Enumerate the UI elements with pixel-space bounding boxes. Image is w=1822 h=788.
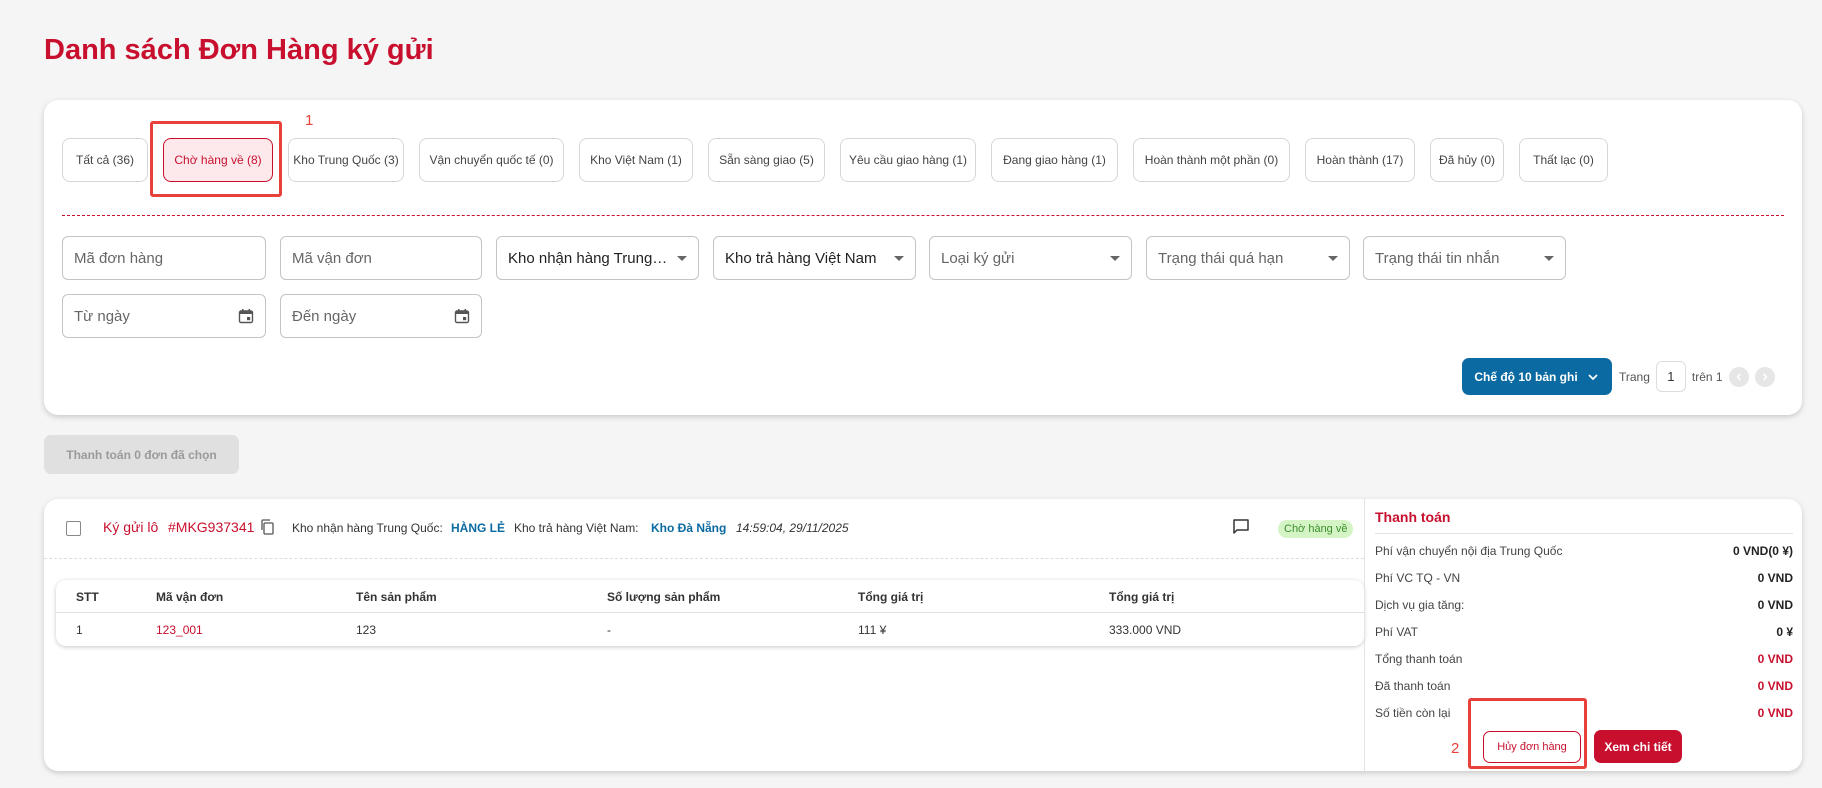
cn-warehouse-value: Kho nhận hàng Trung Quốc xyxy=(508,249,671,267)
tab-all[interactable]: Tất cả (36) xyxy=(62,138,148,182)
fee-vat: Phí VAT 0 ¥ xyxy=(1375,625,1793,639)
page-total-label: trên 1 xyxy=(1691,369,1723,384)
tab-partially-completed[interactable]: Hoàn thành một phần (0) xyxy=(1133,138,1290,182)
waybill-input[interactable]: Mã vận đơn xyxy=(280,236,482,280)
records-mode-button[interactable]: Chế độ 10 bản ghi xyxy=(1462,358,1612,395)
page-label: Trang xyxy=(1619,369,1650,384)
cell-total-value-vnd: 333.000 VND xyxy=(1109,622,1182,637)
cell-waybill-link[interactable]: 123_001 xyxy=(156,613,203,646)
table-row: 1 123_001 123 - 111 ¥ 333.000 VND xyxy=(56,613,1364,646)
consign-type-value: Loại ký gửi xyxy=(941,249,1015,267)
status-badge: Chờ hàng về xyxy=(1278,520,1354,538)
col-header-stt: STT xyxy=(76,589,99,604)
from-date-placeholder: Từ ngày xyxy=(74,307,130,325)
col-header-waybill: Mã vận đơn xyxy=(156,589,224,604)
message-status-value: Trạng thái tin nhắn xyxy=(1375,249,1500,267)
tab-cancelled[interactable]: Đã hủy (0) xyxy=(1430,138,1504,182)
page-number-input[interactable]: 1 xyxy=(1655,361,1686,392)
calendar-icon[interactable] xyxy=(454,308,470,324)
highlight-box-2 xyxy=(1468,698,1587,769)
records-mode-label: Chế độ 10 bản ghi xyxy=(1474,369,1578,384)
tab-vietnam-warehouse[interactable]: Kho Việt Nam (1) xyxy=(579,138,693,182)
order-header: Ký gửi lô #MKG937341 Kho nhận hàng Trung… xyxy=(44,499,1364,559)
caret-down-icon xyxy=(894,255,904,261)
waybill-placeholder: Mã vận đơn xyxy=(292,249,372,267)
chevron-down-icon xyxy=(1588,373,1598,380)
order-code[interactable]: #MKG937341 xyxy=(168,519,254,535)
caret-down-icon xyxy=(1110,255,1120,261)
order-type-label: Ký gửi lô xyxy=(103,519,159,535)
cell-quantity: - xyxy=(607,622,611,637)
col-header-total-value: Tổng giá trị xyxy=(1109,589,1175,604)
highlight-marker-1: 1 xyxy=(305,112,314,129)
fee-value-added: Dịch vụ gia tăng: 0 VND xyxy=(1375,598,1793,612)
vn-warehouse-value: Kho Đà Nẵng xyxy=(651,521,727,535)
order-timestamp: 14:59:04, 29/11/2025 xyxy=(736,521,849,535)
chevron-right-icon xyxy=(1762,372,1768,381)
tab-ready-to-deliver[interactable]: Sẵn sàng giao (5) xyxy=(708,138,825,182)
cn-warehouse-select[interactable]: Kho nhận hàng Trung Quốc xyxy=(496,236,699,280)
copy-icon[interactable] xyxy=(260,519,274,535)
order-code-input[interactable]: Mã đơn hàng xyxy=(62,236,266,280)
pagination: Chế độ 10 bản ghi Trang 1 trên 1 xyxy=(1462,358,1775,395)
highlight-box-1 xyxy=(150,121,282,197)
cn-warehouse-label: Kho nhận hàng Trung Quốc: xyxy=(292,521,443,535)
view-detail-button[interactable]: Xem chi tiết xyxy=(1594,730,1682,763)
payment-title: Thanh toán xyxy=(1375,509,1451,525)
tab-china-warehouse[interactable]: Kho Trung Quốc (3) xyxy=(288,138,404,182)
payment-divider xyxy=(1375,533,1793,534)
highlight-marker-2: 2 xyxy=(1451,740,1460,757)
col-header-quantity: Số lượng sản phẩm xyxy=(607,589,721,604)
consign-type-select[interactable]: Loại ký gửi xyxy=(929,236,1132,280)
caret-down-icon xyxy=(1544,255,1554,261)
col-header-product-name: Tên sản phẩm xyxy=(356,589,437,604)
cell-stt: 1 xyxy=(76,622,83,637)
page-title: Danh sách Đơn Hàng ký gửi xyxy=(44,34,434,66)
filter-card: Tất cả (36) Chờ hàng về (8) Kho Trung Qu… xyxy=(44,100,1802,415)
total-payment: Tổng thanh toán 0 VND xyxy=(1375,652,1793,666)
cn-warehouse-value: HÀNG LẺ xyxy=(451,521,505,535)
section-divider xyxy=(62,215,1784,216)
vn-warehouse-value: Kho trả hàng Việt Nam xyxy=(725,249,877,267)
tab-lost[interactable]: Thất lạc (0) xyxy=(1519,138,1608,182)
waybill-table: STT Mã vận đơn Tên sản phẩm Số lượng sản… xyxy=(56,580,1364,646)
tab-completed[interactable]: Hoàn thành (17) xyxy=(1305,138,1415,182)
caret-down-icon xyxy=(677,255,687,261)
to-date-input[interactable]: Đến ngày xyxy=(280,294,482,338)
order-code-placeholder: Mã đơn hàng xyxy=(74,249,164,267)
overdue-status-value: Trạng thái quá hạn xyxy=(1158,249,1284,267)
table-header-row: STT Mã vận đơn Tên sản phẩm Số lượng sản… xyxy=(56,580,1364,613)
from-date-input[interactable]: Từ ngày xyxy=(62,294,266,338)
pay-selected-button[interactable]: Thanh toán 0 đơn đã chọn xyxy=(44,435,239,474)
to-date-placeholder: Đến ngày xyxy=(292,307,357,325)
tab-international-shipping[interactable]: Vận chuyển quốc tế (0) xyxy=(419,138,564,182)
caret-down-icon xyxy=(1328,255,1338,261)
message-status-select[interactable]: Trạng thái tin nhắn xyxy=(1363,236,1566,280)
vn-warehouse-label: Kho trả hàng Việt Nam: xyxy=(514,521,639,535)
col-header-total-value: Tổng giá trị xyxy=(858,589,924,604)
tab-delivering[interactable]: Đang giao hàng (1) xyxy=(991,138,1118,182)
paid-amount: Đã thanh toán 0 VND xyxy=(1375,679,1793,693)
prev-page-button[interactable] xyxy=(1728,366,1749,387)
chevron-left-icon xyxy=(1736,372,1741,381)
cell-total-value-cny: 111 ¥ xyxy=(858,622,887,637)
tab-delivery-request[interactable]: Yêu cầu giao hàng (1) xyxy=(840,138,976,182)
overdue-status-select[interactable]: Trạng thái quá hạn xyxy=(1146,236,1350,280)
next-page-button[interactable] xyxy=(1754,366,1775,387)
vn-warehouse-select[interactable]: Kho trả hàng Việt Nam xyxy=(713,236,916,280)
fee-cn-vn: Phí VC TQ - VN 0 VND xyxy=(1375,571,1793,585)
order-checkbox[interactable] xyxy=(66,521,81,536)
fee-cn-domestic: Phí vận chuyển nội địa Trung Quốc 0 VND(0… xyxy=(1375,544,1793,558)
message-icon[interactable] xyxy=(1232,518,1250,536)
cell-product-name: 123 xyxy=(356,622,377,637)
calendar-icon[interactable] xyxy=(238,308,254,324)
